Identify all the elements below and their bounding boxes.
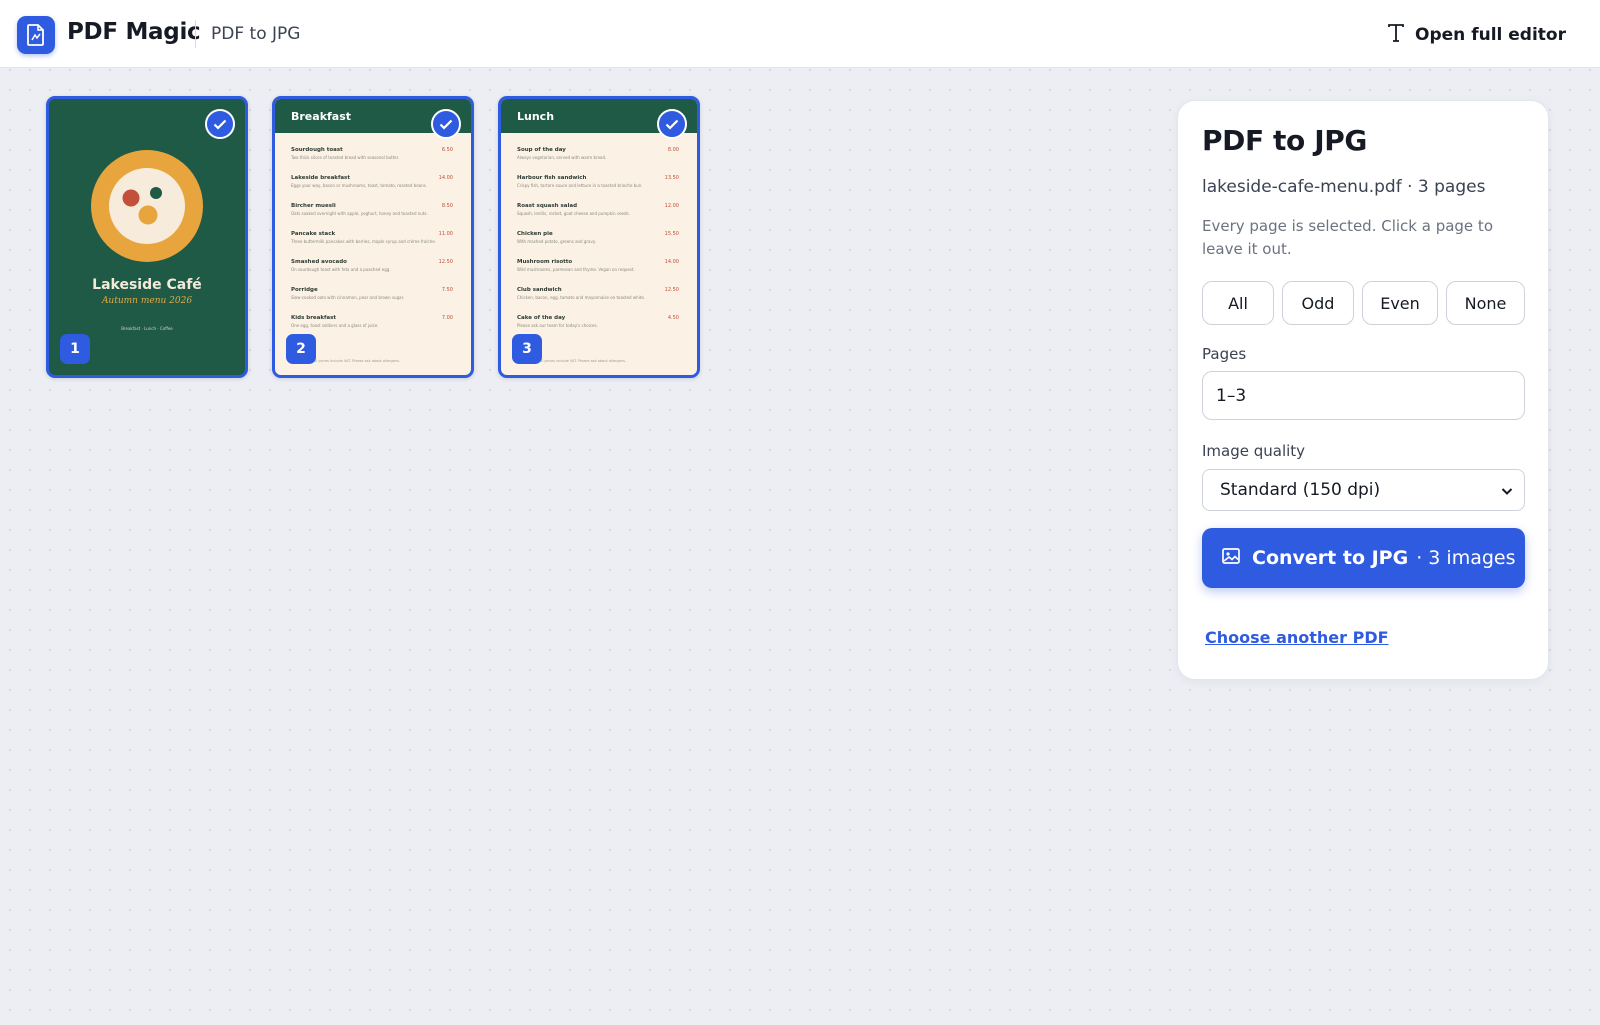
page-number-badge: 1 xyxy=(60,334,90,364)
menu-item: Bircher muesli 8.50 Oats soaked overnight … xyxy=(291,203,453,231)
open-editor-label: Open full editor xyxy=(1415,25,1566,45)
text-t-icon xyxy=(1387,23,1405,48)
menu-item-name: Cake of the day xyxy=(517,315,566,321)
quality-select[interactable]: Standard (150 dpi) xyxy=(1202,469,1525,511)
convert-button[interactable]: Convert to JPG · 3 images xyxy=(1202,528,1525,588)
menu-item-price: 8.50 xyxy=(441,203,453,209)
checkmark-icon[interactable] xyxy=(205,109,235,139)
menu-item-price: 14.00 xyxy=(664,259,679,265)
menu-item-price: 4.50 xyxy=(667,315,679,321)
menu-item-price: 12.50 xyxy=(664,287,679,293)
menu-item: Harbour fish sandwich 13.50 Crispy fish, t… xyxy=(517,175,679,203)
panel-title: PDF to JPG xyxy=(1202,124,1367,157)
quality-value: Standard (150 dpi) xyxy=(1220,480,1381,500)
menu-item: Sourdough toast 6.50 Two thick slices of t… xyxy=(291,147,453,175)
menu-item-name: Lakeside breakfast xyxy=(291,175,350,181)
menu-item-desc: Three buttermilk pancakes with berries, … xyxy=(291,239,436,244)
menu-item-price: 7.50 xyxy=(441,287,453,293)
menu-item-name: Chicken pie xyxy=(517,231,553,237)
menu-item-name: Mushroom risotto xyxy=(517,259,573,265)
brand-name[interactable]: PDF Magic xyxy=(67,19,201,45)
menu-item-name: Roast squash salad xyxy=(517,203,578,209)
select-odd-button[interactable]: Odd xyxy=(1282,281,1354,325)
menu-item-desc: Please ask our team for today's choices. xyxy=(517,323,598,328)
menu-list: Sourdough toast 6.50 Two thick slices of t… xyxy=(291,147,453,343)
choose-another-pdf-link[interactable]: Choose another PDF xyxy=(1205,628,1389,647)
menu-item-name: Sourdough toast xyxy=(291,147,343,153)
current-tool: PDF to JPG xyxy=(211,24,301,44)
menu-item: Mushroom risotto 14.00 Wild mushrooms, par… xyxy=(517,259,679,287)
menu-item: Roast squash salad 12.00 Squash, lentils, … xyxy=(517,203,679,231)
cover-title: Lakeside Café xyxy=(92,277,202,293)
selection-hint: Every page is selected. Click a page to … xyxy=(1202,217,1493,258)
menu-item-name: Pancake stack xyxy=(291,231,336,237)
page-number-badge: 2 xyxy=(286,334,316,364)
menu-item-desc: Slow-cooked oats with cinnamon, pear and… xyxy=(291,295,405,300)
menu-item-price: 11.00 xyxy=(438,231,453,237)
convert-count: · 3 images xyxy=(1416,547,1516,569)
menu-item-desc: Chicken, bacon, egg, tomato and mayonnai… xyxy=(517,295,646,300)
conversion-panel: PDF to JPG lakeside-cafe-menu.pdf · 3 pa… xyxy=(1177,100,1549,680)
menu-item-price: 6.50 xyxy=(441,147,453,153)
image-icon xyxy=(1222,547,1240,569)
menu-item-price: 14.00 xyxy=(438,175,453,181)
cover-subtitle: Autumn menu 2026 xyxy=(101,296,193,306)
page-thumbnail-1[interactable]: Lakeside Café Autumn menu 2026 Breakfast… xyxy=(46,96,248,378)
menu-item: Soup of the day 8.00 Always vegetarian, se… xyxy=(517,147,679,175)
menu-item-name: Soup of the day xyxy=(517,147,566,153)
menu-item: Chicken pie 15.50 With mashed potato, gree… xyxy=(517,231,679,259)
open-editor-button[interactable]: Open full editor xyxy=(1387,20,1566,50)
convert-label: Convert to JPG xyxy=(1252,547,1409,569)
menu-item: Porridge 7.50 Slow-cooked oats with cinnam… xyxy=(291,287,453,315)
page-thumbnail-3[interactable]: Lunch Soup of the day 8.00 Always vegetari… xyxy=(498,96,700,378)
menu-item-price: 12.50 xyxy=(438,259,453,265)
menu-item-name: Smashed avocado xyxy=(291,259,347,265)
menu-item-desc: Squash, lentils, rocket, goat cheese and… xyxy=(517,211,630,216)
menu-item-desc: Two thick slices of toasted bread with s… xyxy=(291,155,400,160)
menu-item-price: 12.00 xyxy=(664,203,679,209)
menu-item-desc: On sourdough toast with feta and a poach… xyxy=(291,267,391,272)
menu-footer: All prices include VAT. Please ask about… xyxy=(539,359,627,363)
menu-item: Club sandwich 12.50 Chicken, bacon, egg, t… xyxy=(517,287,679,315)
menu-list: Soup of the day 8.00 Always vegetarian, se… xyxy=(517,147,679,343)
menu-item-desc: With mashed potato, greens and gravy. xyxy=(517,239,596,244)
file-info: lakeside-cafe-menu.pdf · 3 pages xyxy=(1202,177,1486,197)
menu-item-price: 8.00 xyxy=(667,147,679,153)
app-header: PDF Magic PDF to JPG Open full editor xyxy=(0,0,1600,68)
quality-label: Image quality xyxy=(1202,442,1306,460)
menu-item-name: Kids breakfast xyxy=(291,315,337,321)
select-all-button[interactable]: All xyxy=(1202,281,1274,325)
cover-footer: Breakfast · Lunch · Coffee xyxy=(121,326,173,331)
select-none-button[interactable]: None xyxy=(1446,281,1525,325)
menu-item: Smashed avocado 12.50 On sourdough toast w… xyxy=(291,259,453,287)
menu-item: Pancake stack 11.00 Three buttermilk panca… xyxy=(291,231,453,259)
pdf-file-icon[interactable] xyxy=(17,16,55,54)
menu-item-price: 15.50 xyxy=(664,231,679,237)
menu-item-desc: Eggs your way, bacon or mushrooms, toast… xyxy=(291,183,427,188)
menu-item-name: Harbour fish sandwich xyxy=(517,175,587,181)
menu-item-name: Club sandwich xyxy=(517,287,562,293)
menu-item-name: Porridge xyxy=(291,287,318,293)
menu-item-desc: Crispy fish, tartare sauce and lettuce i… xyxy=(517,183,643,188)
cafe-logo-circle xyxy=(91,150,203,262)
menu-item: Lakeside breakfast 14.00 Eggs your way, ba… xyxy=(291,175,453,203)
menu-item-desc: Wild mushrooms, parmesan and thyme. Vega… xyxy=(517,267,635,272)
menu-item-desc: One egg, toast soldiers and a glass of j… xyxy=(291,323,379,328)
page-thumbnail-2[interactable]: Breakfast Sourdough toast 6.50 Two thick s… xyxy=(272,96,474,378)
menu-item-name: Bircher muesli xyxy=(291,203,336,209)
menu-footer: All prices include VAT. Please ask about… xyxy=(313,359,401,363)
menu-item-desc: Always vegetarian, served with warm brea… xyxy=(517,155,607,160)
checkmark-icon[interactable] xyxy=(657,109,687,139)
pages-label: Pages xyxy=(1202,345,1247,363)
select-even-button[interactable]: Even xyxy=(1362,281,1438,325)
quick-select-group: All Odd Even None xyxy=(1202,281,1525,325)
menu-item-price: 7.00 xyxy=(441,315,453,321)
page-number-badge: 3 xyxy=(512,334,542,364)
checkmark-icon[interactable] xyxy=(431,109,461,139)
menu-item-price: 13.50 xyxy=(664,175,679,181)
pages-input[interactable] xyxy=(1202,371,1525,420)
chevron-down-icon xyxy=(1500,483,1514,503)
header-divider xyxy=(195,20,196,48)
menu-item-desc: Oats soaked overnight with apple, yoghur… xyxy=(291,211,428,216)
